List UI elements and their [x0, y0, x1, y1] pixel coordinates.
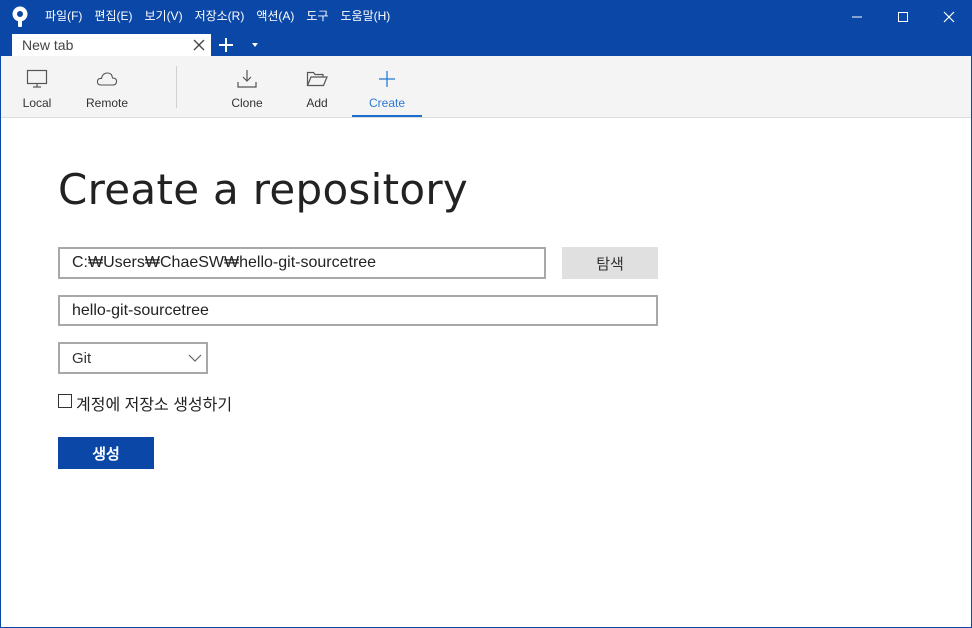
- maximize-button[interactable]: [880, 1, 926, 32]
- maximize-icon: [898, 11, 908, 22]
- monitor-icon: [26, 69, 48, 88]
- menu-edit[interactable]: 편집(E): [88, 1, 138, 32]
- toolbar-separator: [176, 66, 177, 108]
- menu-help[interactable]: 도움말(H): [335, 1, 397, 32]
- repository-name-input[interactable]: hello-git-sourcetree: [58, 295, 658, 326]
- download-icon: [237, 70, 257, 88]
- title-bar: 파일(F) 편집(E) 보기(V) 저장소(R) 액션(A) 도구 도움말(H)…: [1, 1, 971, 56]
- close-button[interactable]: [926, 1, 972, 32]
- toolbar-local-label: Local: [22, 96, 52, 110]
- tab-close-icon[interactable]: [193, 39, 205, 51]
- create-on-account-checkbox[interactable]: [58, 394, 72, 408]
- cloud-icon: [96, 72, 118, 86]
- tab-label: New tab: [22, 37, 74, 53]
- chevron-down-icon[interactable]: [250, 41, 260, 49]
- menu-tools[interactable]: 도구: [300, 1, 334, 32]
- page-title: Create a repository: [58, 165, 469, 214]
- toolbar-add-label: Add: [306, 96, 328, 110]
- app-window: 파일(F) 편집(E) 보기(V) 저장소(R) 액션(A) 도구 도움말(H)…: [0, 0, 972, 628]
- toolbar-add-button[interactable]: Add: [297, 56, 337, 117]
- menu-bar: 파일(F) 편집(E) 보기(V) 저장소(R) 액션(A) 도구 도움말(H): [39, 1, 396, 32]
- menu-repository[interactable]: 저장소(R): [189, 1, 251, 32]
- close-icon: [943, 11, 955, 22]
- tab-new[interactable]: New tab: [12, 34, 211, 56]
- menu-actions[interactable]: 액션(A): [250, 1, 300, 32]
- toolbar-clone-button[interactable]: Clone: [227, 56, 267, 117]
- minimize-icon: [852, 16, 862, 17]
- toolbar-remote-label: Remote: [85, 96, 129, 110]
- vcs-type-select[interactable]: Git: [58, 342, 208, 374]
- minimize-button[interactable]: [834, 1, 880, 32]
- toolbar-create-button[interactable]: Create: [352, 56, 422, 117]
- create-on-account-label[interactable]: 계정에 저장소 생성하기: [76, 391, 232, 415]
- chevron-down-icon: [188, 354, 202, 362]
- menu-view[interactable]: 보기(V): [138, 1, 188, 32]
- repository-name-value: hello-git-sourcetree: [72, 301, 209, 319]
- menu-file[interactable]: 파일(F): [39, 1, 88, 32]
- plus-icon[interactable]: [217, 37, 235, 53]
- destination-path-input[interactable]: C:₩Users₩ChaeSW₩hello-git-sourcetree: [58, 247, 546, 279]
- toolbar-clone-label: Clone: [231, 96, 263, 110]
- create-button[interactable]: 생성: [58, 437, 154, 469]
- destination-path-value: C:₩Users₩ChaeSW₩hello-git-sourcetree: [72, 254, 377, 271]
- toolbar-remote-button[interactable]: Remote: [81, 56, 133, 117]
- toolbar: Local Remote Clone Add Create: [1, 56, 971, 118]
- plus-icon: [379, 71, 395, 87]
- toolbar-create-label: Create: [368, 96, 406, 110]
- vcs-type-value: Git: [72, 349, 92, 367]
- sourcetree-logo-icon: [12, 6, 28, 27]
- toolbar-local-button[interactable]: Local: [17, 56, 57, 117]
- folder-open-icon: [306, 71, 328, 87]
- browse-button[interactable]: 탐색: [562, 247, 658, 279]
